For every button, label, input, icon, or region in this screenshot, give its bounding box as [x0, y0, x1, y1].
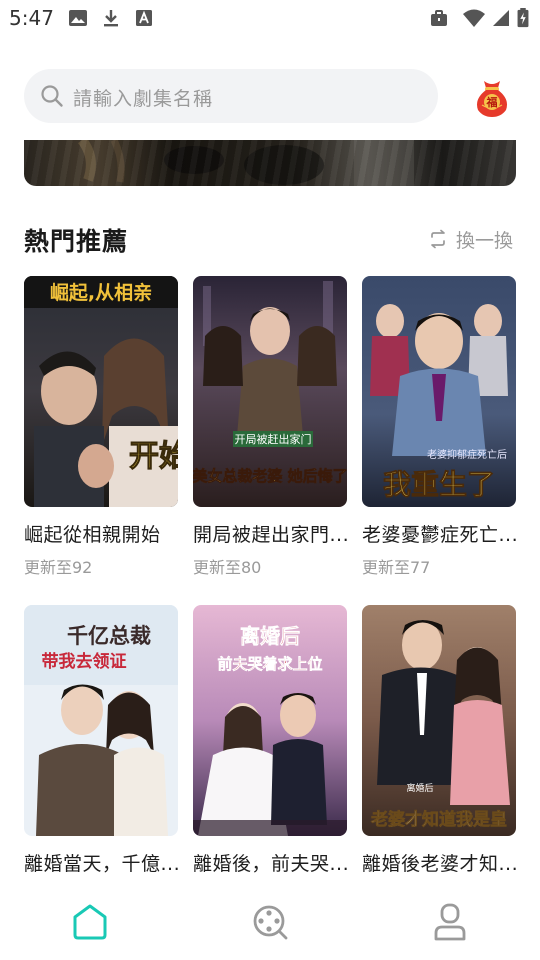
poster-title: 崛起,从相亲: [50, 281, 152, 304]
drama-card[interactable]: 开局被赶出家门 美女总裁老婆 她后悔了 開局被趕出家門... 更新至80: [193, 276, 349, 578]
banner-image: [77, 140, 414, 186]
section-title: 熱門推薦: [24, 227, 129, 256]
drama-card[interactable]: 老婆抑郁症死亡后 我重生了 老婆憂鬱症死亡... 更新至77: [362, 276, 518, 578]
wifi-icon: [463, 9, 485, 27]
search-placeholder: 請輸入劇集名稱: [73, 88, 214, 110]
banner-carousel[interactable]: [24, 140, 516, 186]
card-title: 開局被趕出家門...: [193, 524, 350, 546]
card-title: 崛起從相親開始: [24, 524, 161, 546]
nav-profile[interactable]: [430, 902, 470, 942]
card-episode-count: 更新至80: [193, 558, 262, 577]
refresh-icon: [431, 229, 445, 249]
poster-title: 我重生了: [383, 468, 495, 501]
status-bar: 5:47: [0, 0, 540, 36]
card-episode-count: 更新至77: [362, 558, 431, 577]
briefcase-icon: [431, 10, 447, 26]
image-icon: [69, 10, 87, 26]
drama-poster[interactable]: 离婚后 前夫哭着求上位: [193, 605, 347, 836]
bottom-nav: [0, 880, 540, 960]
refresh-button[interactable]: 換一換: [428, 225, 513, 253]
search-icon: [41, 85, 63, 107]
fortune-bag-button[interactable]: 福: [470, 75, 514, 119]
poster-title: 千亿总裁: [67, 624, 151, 648]
poster-tag: 老婆抑郁症死亡后: [427, 448, 507, 461]
poster-tag: 开始: [129, 439, 178, 474]
battery-icon: [517, 8, 529, 28]
film-reel-icon: [253, 905, 288, 940]
card-episode-count: 更新至92: [24, 558, 93, 577]
fortune-bag-icon: 福: [477, 81, 507, 117]
nav-discover[interactable]: [250, 902, 290, 942]
fortune-bag-label: 福: [486, 95, 498, 109]
poster-tag: 带我去领证: [42, 651, 127, 672]
drama-card[interactable]: 离婚后 老婆才知道我是皇 離婚後老婆才知...: [362, 605, 518, 876]
poster-title: 老婆才知道我是皇: [370, 809, 507, 830]
card-title: 老婆憂鬱症死亡...: [362, 524, 519, 546]
card-title: 離婚後老婆才知...: [362, 853, 519, 875]
poster-tag: 离婚后: [406, 782, 433, 794]
signal-icon: [493, 10, 509, 26]
drama-poster[interactable]: 开局被赶出家门 美女总裁老婆 她后悔了: [193, 276, 347, 507]
drama-poster[interactable]: 老婆抑郁症死亡后 我重生了: [362, 276, 516, 507]
font-icon: [136, 10, 152, 26]
download-icon: [104, 10, 118, 27]
poster-title: 离婚后: [240, 624, 300, 648]
poster-tag: 美女总裁老婆 她后悔了: [193, 467, 347, 485]
card-title: 離婚後，前夫哭...: [193, 853, 350, 875]
status-time: 5:47: [9, 6, 54, 30]
poster-tag: 前夫哭着求上位: [217, 655, 322, 673]
search-input[interactable]: 請輸入劇集名稱: [24, 69, 438, 123]
refresh-label: 換一換: [456, 229, 514, 252]
poster-title: 开局被赶出家门: [235, 432, 312, 446]
drama-poster[interactable]: 千亿总裁 带我去领证: [24, 605, 178, 836]
user-icon: [434, 903, 466, 941]
drama-poster[interactable]: 离婚后 老婆才知道我是皇: [362, 605, 516, 836]
drama-card[interactable]: 崛起,从相亲 开始 崛起從相親開始 更新至92: [24, 276, 178, 578]
drama-card[interactable]: 离婚后 前夫哭着求上位 離婚後，前夫哭...: [193, 605, 349, 876]
drama-card[interactable]: 千亿总裁 带我去领证 離婚當天，千億...: [24, 605, 180, 876]
card-title: 離婚當天，千億...: [24, 853, 181, 875]
nav-home[interactable]: [70, 902, 110, 942]
drama-poster[interactable]: 崛起,从相亲 开始: [24, 276, 178, 507]
home-icon: [73, 904, 107, 940]
